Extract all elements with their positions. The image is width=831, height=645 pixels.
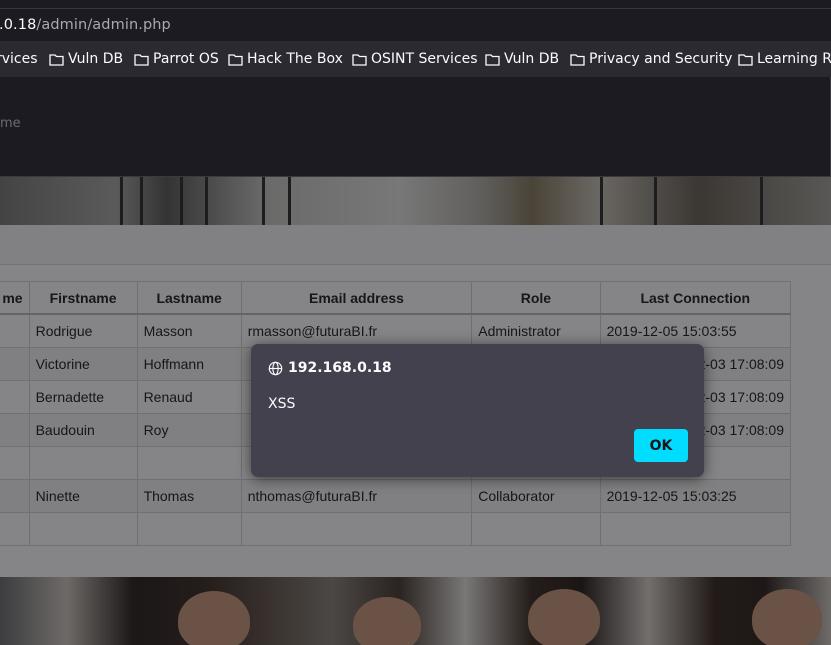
ghost-text: me xyxy=(0,116,21,131)
dialog-message: XSS xyxy=(268,396,296,412)
url-path: /admin/admin.php xyxy=(36,17,171,33)
dialog-origin: 192.168.0.18 xyxy=(268,360,392,376)
url-host: .0.18 xyxy=(0,17,37,33)
folder-icon xyxy=(49,53,64,66)
bookmarks-toolbar: rvices Vuln DB Parrot OS Hack The Box OS… xyxy=(0,41,831,77)
bookmark-label: Vuln DB xyxy=(68,51,124,67)
folder-icon xyxy=(134,53,149,66)
alert-dialog: 192.168.0.18 XSS OK xyxy=(251,344,704,477)
folder-icon xyxy=(352,53,367,66)
globe-icon xyxy=(268,361,283,375)
bookmark-folder-vuln-db-2[interactable]: Vuln DB xyxy=(485,51,559,67)
folder-icon xyxy=(738,53,753,66)
bookmark-folder-osint-services[interactable]: OSINT Services xyxy=(352,51,478,67)
address-bar[interactable]: .0.18/admin/admin.php xyxy=(0,8,831,41)
dialog-origin-host: 192.168.0.18 xyxy=(288,360,392,376)
bookmark-label: Learning Re xyxy=(757,51,831,67)
folder-icon xyxy=(485,53,500,66)
bookmark-label: rvices xyxy=(0,51,38,67)
tab-strip xyxy=(0,0,831,8)
bookmark-folder-parrot-os[interactable]: Parrot OS xyxy=(134,51,219,67)
toolbar-panel: me xyxy=(0,77,831,177)
folder-icon xyxy=(228,53,243,66)
ok-button[interactable]: OK xyxy=(634,429,688,462)
folder-icon xyxy=(570,53,585,66)
bookmark-label: Privacy and Security xyxy=(589,51,733,67)
url-text[interactable]: .0.18/admin/admin.php xyxy=(0,17,171,33)
bookmark-folder-learning[interactable]: Learning Re xyxy=(738,51,831,67)
bookmark-label: OSINT Services xyxy=(371,51,478,67)
bookmark-label: Hack The Box xyxy=(247,51,343,67)
bookmark-folder-privacy-security[interactable]: Privacy and Security xyxy=(570,51,732,67)
bookmark-folder-vuln-db[interactable]: Vuln DB xyxy=(49,51,123,67)
bookmark-label: Parrot OS xyxy=(153,51,219,67)
bookmark-label: Vuln DB xyxy=(504,51,560,67)
bookmark-folder-hack-the-box[interactable]: Hack The Box xyxy=(228,51,343,67)
bookmark-folder-services[interactable]: rvices xyxy=(0,51,38,67)
